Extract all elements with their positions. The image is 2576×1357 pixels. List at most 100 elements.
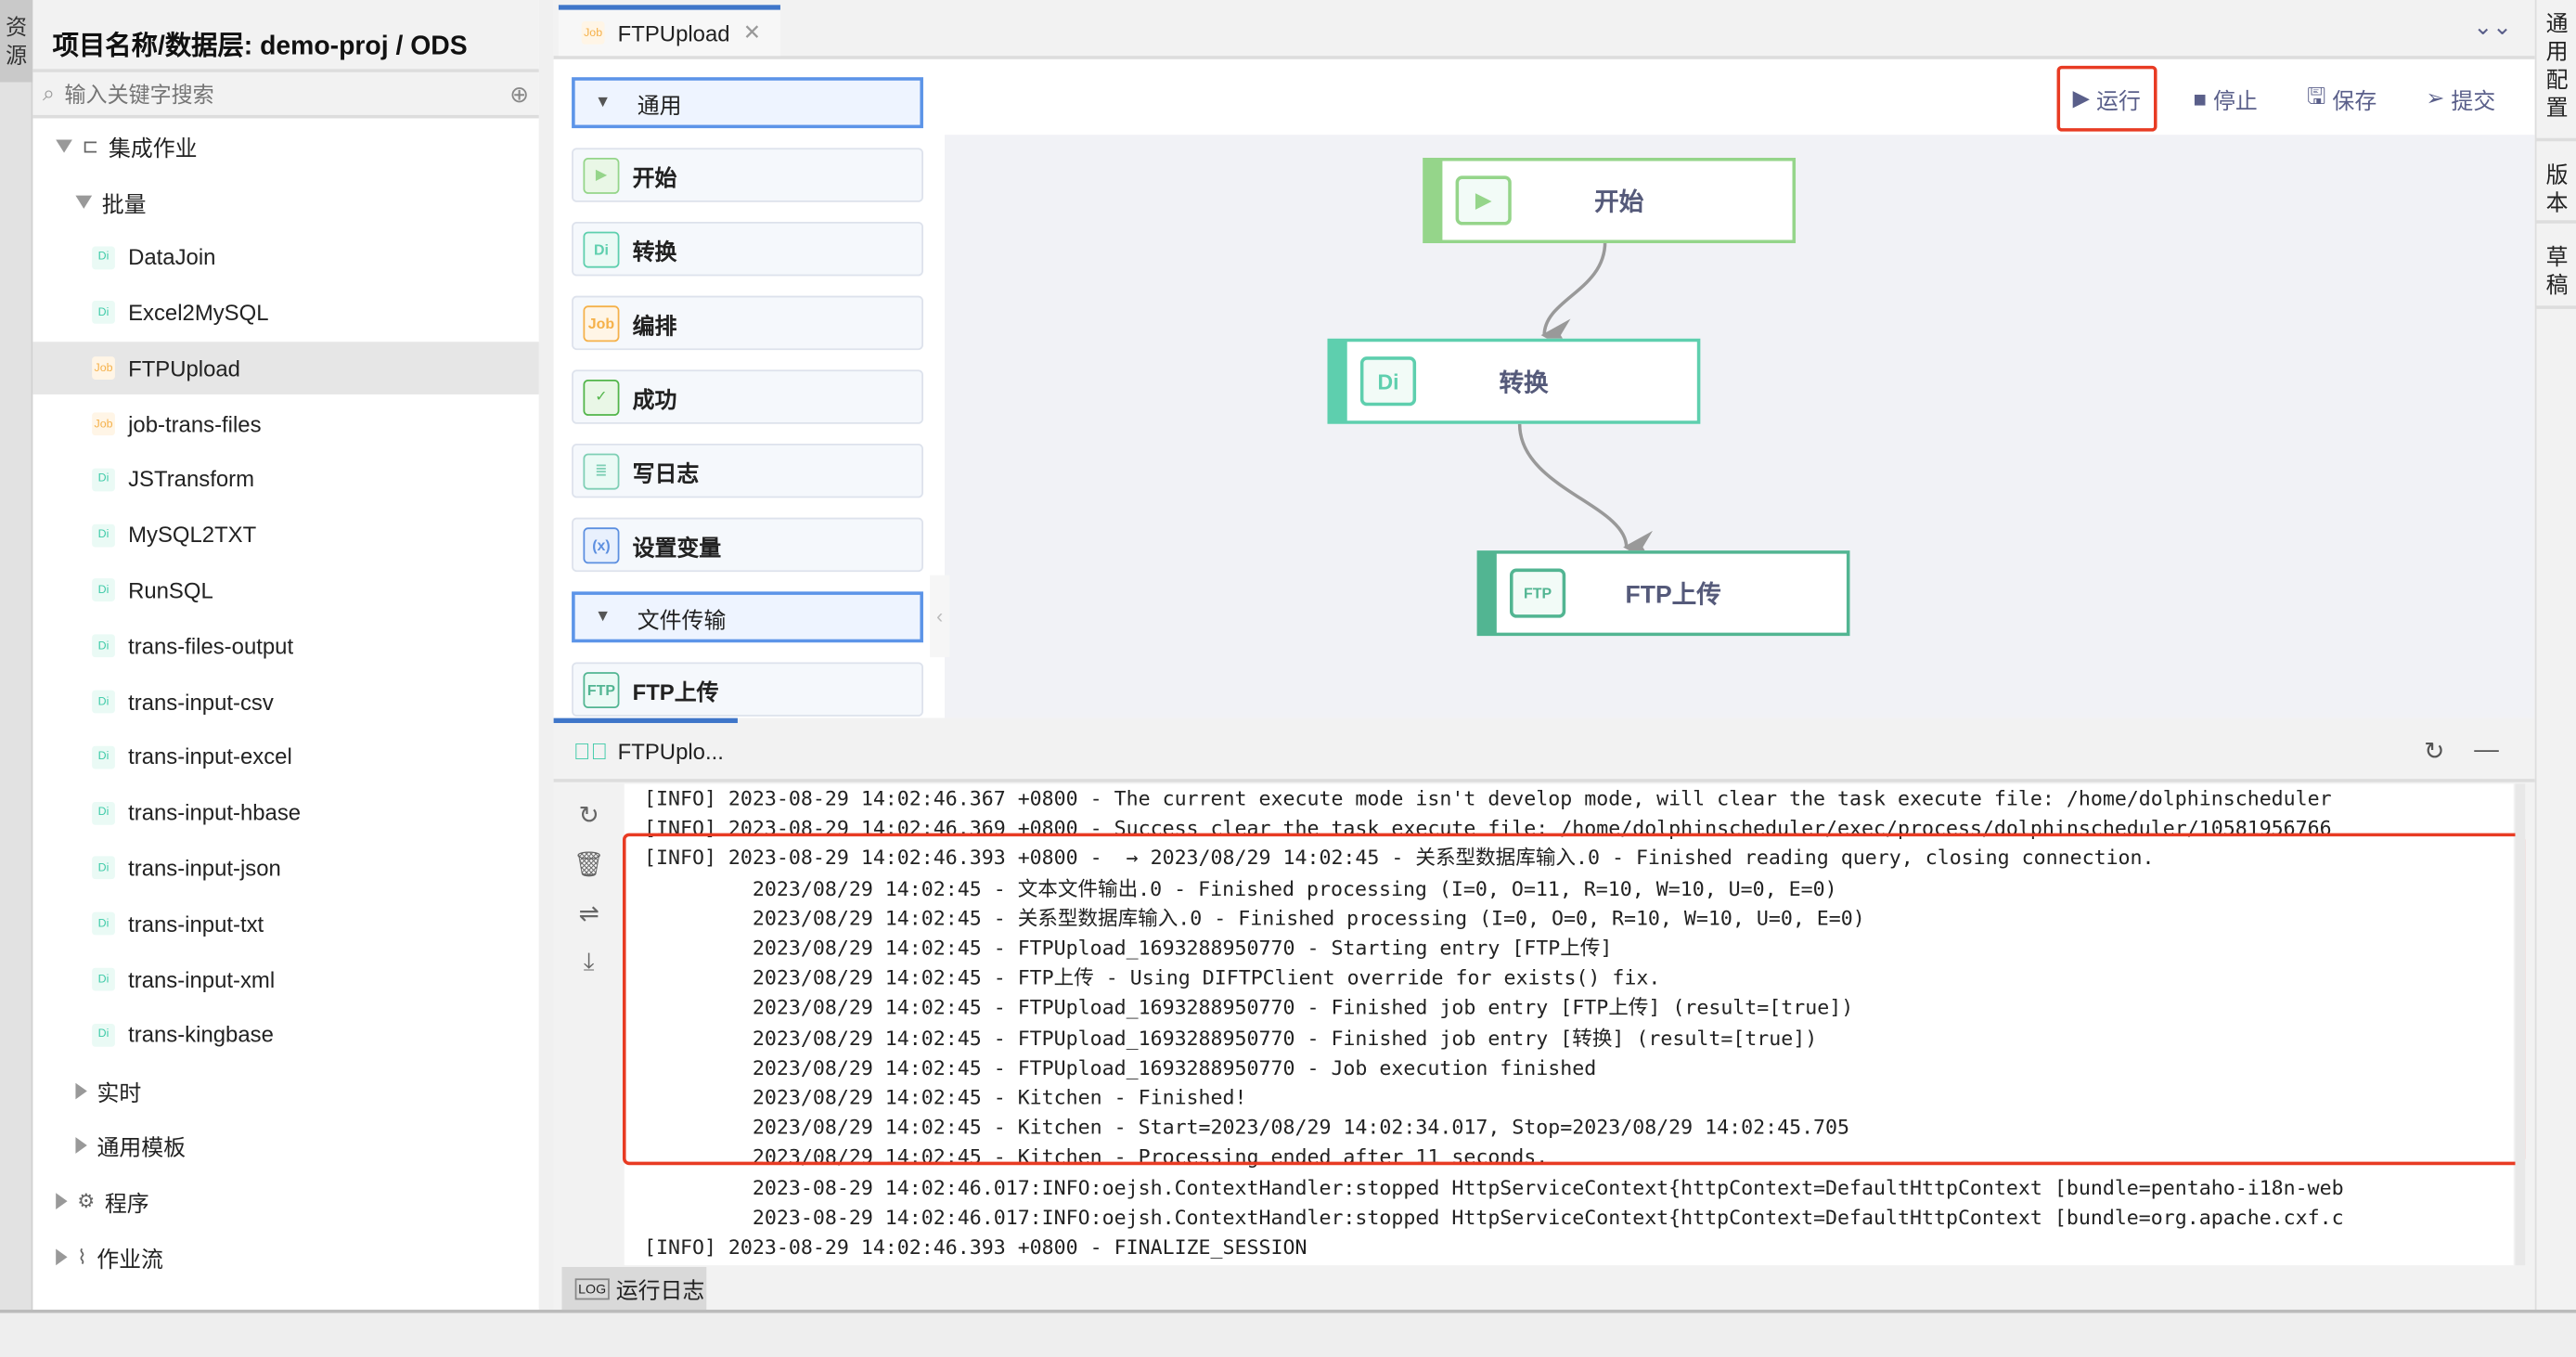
job-badge-icon: Job [581, 21, 605, 45]
caret-down-icon[interactable] [56, 139, 72, 153]
tree-item[interactable]: Di RunSQL [32, 564, 538, 617]
tree-item-label: trans-input-hbase [128, 800, 302, 825]
di-badge-icon: Di [92, 245, 115, 269]
palette-item[interactable]: ≣ 写日志 [572, 444, 923, 498]
caret-right-icon[interactable] [75, 1137, 87, 1155]
palette-group[interactable]: ▼ 文件传输 [572, 591, 923, 643]
log-line: 2023/08/29 14:02:45 - FTPUpload_16932889… [643, 1026, 1818, 1050]
save-button[interactable]: 🖫 保存 [2294, 66, 2390, 132]
palette-item[interactable]: Job 编排 [572, 295, 923, 351]
palette-item[interactable]: Di 转换 [572, 222, 923, 277]
download-icon[interactable]: ⤓ [584, 949, 595, 976]
tab-version[interactable]: 版本 [2536, 141, 2576, 224]
trash-icon[interactable]: 🗑 [573, 849, 605, 879]
tab-draft[interactable]: 草稿 [2536, 224, 2576, 309]
tree-item-label: 实时 [97, 1080, 142, 1105]
refresh-icon[interactable]: ↻ [2424, 736, 2444, 766]
tree-item-label: trans-kingbase [128, 1022, 274, 1048]
edge-start-transform [1540, 241, 1607, 352]
stop-button[interactable]: ■ 停止 [2180, 66, 2271, 132]
di-badge-icon: Di [92, 690, 115, 714]
node-transform[interactable]: Di 转换 [1327, 338, 1701, 424]
tab-label: FTPUpload [617, 20, 730, 45]
tree-item[interactable]: 通用模板 [32, 1119, 538, 1172]
tree-item[interactable]: Di MySQL2TXT [32, 509, 538, 562]
tree-item[interactable]: Di trans-input-excel [32, 730, 538, 783]
tree-item[interactable]: Di trans-kingbase [32, 1009, 538, 1062]
caret-down-icon[interactable] [75, 195, 93, 209]
tree-item[interactable]: 实时 [32, 1065, 538, 1118]
log-scrollbar[interactable] [2515, 783, 2526, 1266]
tree-item[interactable]: Di trans-files-output [32, 620, 538, 673]
tree-item[interactable]: Di trans-input-hbase [32, 786, 538, 839]
run-button[interactable]: ▶ 运行 [2055, 65, 2157, 132]
palette-item[interactable]: ✓ 成功 [572, 369, 923, 424]
palette-item[interactable]: (x) 设置变量 [572, 517, 923, 573]
tree-item-label: trans-input-excel [128, 744, 292, 770]
success-icon: ✓⃝ [573, 737, 609, 765]
tree-item[interactable]: 批量 [32, 175, 538, 228]
collapse-palette-handle[interactable]: ‹ [930, 575, 950, 658]
tree-item[interactable]: Di Excel2MySQL [32, 287, 538, 340]
job-badge-icon: Job [92, 412, 115, 436]
tab-ftpupload[interactable]: Job FTPUpload ✕ [558, 5, 780, 57]
right-strip: 通用配置 版本 草稿 [2534, 0, 2576, 1311]
resources-tab[interactable]: 资源 [0, 0, 33, 83]
caret-down-icon: ▼ [594, 608, 612, 627]
tree-item[interactable]: Di trans-input-xml [32, 953, 538, 1006]
caret-right-icon[interactable] [56, 1248, 68, 1266]
stop-icon: ■ [2193, 85, 2207, 111]
node-label: 开始 [1594, 187, 1644, 216]
di-badge-icon: Di [92, 301, 115, 325]
di-badge-icon: Di [92, 967, 115, 991]
tree-item-label: 集成作业 [108, 136, 198, 162]
search-input[interactable] [64, 81, 510, 107]
app-window: 资源 项目名称/数据层: demo-proj / ODS ⌕ ⊕ ⊏ 集成作业批量… [0, 0, 2576, 1357]
tree-item[interactable]: ⌇ 作业流 [32, 1231, 538, 1284]
log-line: 2023/08/29 14:02:45 - FTP上传 - Using DIFT… [643, 966, 1661, 990]
submit-button[interactable]: ➢ 提交 [2413, 66, 2508, 132]
tree-item[interactable]: Di trans-input-txt [32, 898, 538, 950]
tree-item[interactable]: Di DataJoin [32, 231, 538, 284]
tree-item[interactable]: Job FTPUpload [32, 342, 539, 395]
log-line: [INFO] 2023-08-29 14:02:46.393 +0800 - →… [643, 847, 2155, 871]
tab-run-log[interactable]: LOG 运行日志 [561, 1266, 707, 1311]
workflow-icon: ⌇ [77, 1245, 87, 1269]
close-icon[interactable]: ✕ [743, 19, 761, 45]
integration-icon: ⊏ [82, 135, 99, 158]
caret-right-icon[interactable] [56, 1193, 68, 1210]
component-icon: (x) [583, 526, 620, 563]
locate-icon[interactable]: ⊕ [509, 80, 529, 108]
node-start[interactable]: ▶ 开始 [1423, 157, 1797, 244]
flow-canvas[interactable]: ▶ 开始 Di 转换 FTP FTP上传 [944, 135, 2535, 718]
node-ftp-upload[interactable]: FTP FTP上传 [1476, 550, 1850, 637]
log-output[interactable]: [INFO] 2023-08-29 14:02:46.367 +0800 - T… [624, 783, 2514, 1266]
play-icon: ▶ [2072, 85, 2090, 110]
reload-icon[interactable]: ↻ [579, 800, 599, 830]
log-actions: ↻ 🗑 ⇌ ⤓ [554, 783, 625, 1265]
di-badge-icon: Di [92, 634, 115, 658]
send-icon: ➢ [2426, 85, 2445, 110]
tree-item-label: trans-input-xml [128, 966, 276, 992]
palette-item[interactable]: FTP FTP上传 [572, 662, 923, 717]
double-chevron-down-icon[interactable]: ⌄⌄ [2473, 13, 2512, 41]
log-title[interactable]: FTPUplo... [618, 739, 724, 764]
tree-item[interactable]: Di trans-input-csv [32, 676, 538, 729]
di-badge-icon: Di [92, 911, 115, 936]
palette-item[interactable]: ▶ 开始 [572, 148, 923, 202]
node-label: 转换 [1499, 368, 1549, 397]
caret-right-icon[interactable] [75, 1081, 87, 1099]
wrap-icon[interactable]: ⇌ [579, 898, 599, 928]
tree-item[interactable]: Di trans-input-json [32, 842, 538, 895]
tree-item[interactable]: Job job-trans-files [32, 397, 538, 450]
tree-item[interactable]: Di JSTransform [32, 453, 538, 506]
tree-item[interactable]: ⊏ 集成作业 [32, 120, 538, 173]
palette-group[interactable]: ▼ 通用 [572, 77, 923, 129]
log-header: ✓⃝ FTPUplo... ↻ — [553, 723, 2535, 782]
tree-item[interactable]: ⚙ 程序 [32, 1175, 538, 1228]
log-line: 2023/08/29 14:02:45 - FTPUpload_16932889… [643, 1056, 1597, 1079]
tab-general-config[interactable]: 通用配置 [2536, 0, 2576, 142]
log-line: 2023-08-29 14:02:46.017:INFO:oejsh.Conte… [643, 1206, 2344, 1229]
tree-item-label: RunSQL [128, 577, 213, 603]
minimize-icon[interactable]: — [2474, 736, 2499, 766]
